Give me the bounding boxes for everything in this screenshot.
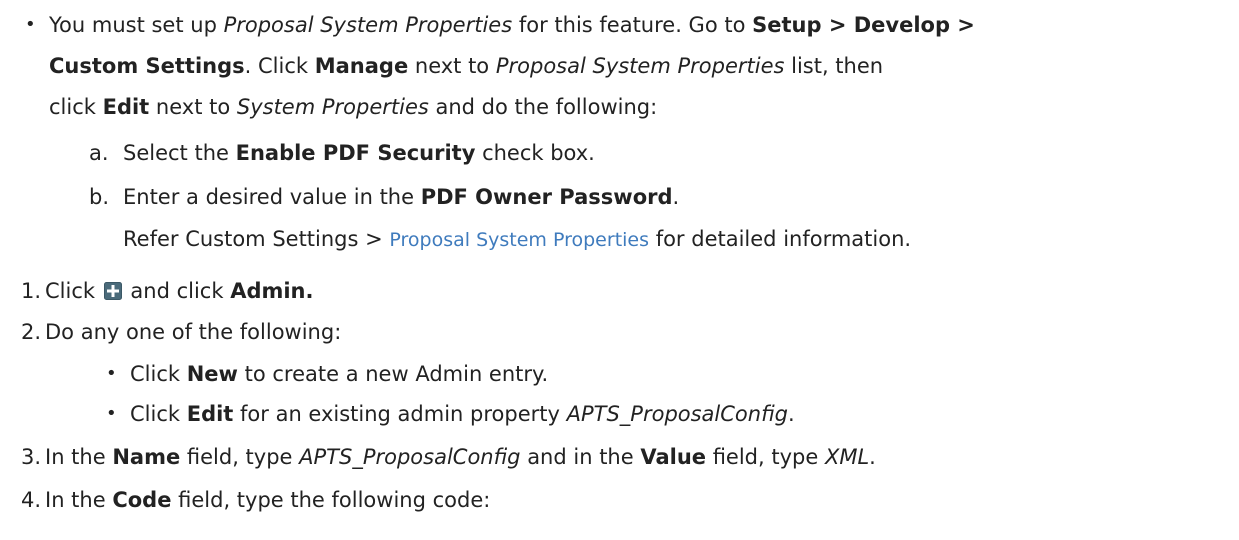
prereq-line-2: Custom Settings. Click Manage next to Pr… [49, 46, 883, 86]
text: In the [45, 488, 113, 512]
step-text: In the Name field, type APTS_ProposalCon… [45, 437, 876, 477]
text: for this feature. Go to [512, 13, 753, 37]
text: Select the [123, 141, 236, 165]
document-page: • You must set up Proposal System Proper… [0, 0, 1239, 540]
text: Click [130, 402, 187, 426]
text: Enter a desired value in the [123, 185, 421, 209]
text: . Click [244, 54, 315, 78]
text: check box. [475, 141, 595, 165]
proposal-system-properties-link[interactable]: Proposal System Properties [389, 229, 649, 251]
ui-term: Value [640, 445, 707, 469]
text: Refer Custom Settings > [123, 227, 390, 251]
text: . [787, 402, 795, 426]
text: and do the following: [428, 95, 658, 119]
plus-icon [103, 282, 122, 300]
text: to create a new Admin entry. [237, 362, 549, 386]
option-text: Click New to create a new Admin entry. [130, 354, 548, 394]
step-number: 4. [21, 488, 42, 512]
text: You must set up [49, 13, 224, 37]
text: Click [45, 279, 102, 303]
text: field, type the following code: [171, 488, 491, 512]
ui-term: Enable PDF Security [235, 141, 476, 165]
italic-term: APTS_ProposalConfig [299, 445, 521, 469]
italic-term: Proposal System Properties [223, 13, 513, 37]
option-text: Click Edit for an existing admin propert… [130, 394, 795, 434]
text: click [49, 95, 103, 119]
prereq-line-1: You must set up Proposal System Properti… [49, 5, 975, 45]
step-number: 2. [21, 320, 42, 344]
text: In the [45, 445, 113, 469]
italic-term: System Properties [236, 95, 429, 119]
bullet-marker: • [106, 363, 117, 384]
italic-term: APTS_ProposalConfig [566, 402, 788, 426]
step-text: In the Code field, type the following co… [45, 480, 490, 520]
text: and click [123, 279, 231, 303]
sub-item-text: Enter a desired value in the PDF Owner P… [123, 177, 679, 217]
text: for an existing admin property [233, 402, 567, 426]
ui-term: PDF Owner Password [420, 185, 673, 209]
menu-path: Setup > Develop > [752, 13, 975, 37]
list-marker: b. [89, 185, 110, 209]
step-text: Do any one of the following: [45, 320, 342, 344]
text: field, type [706, 445, 825, 469]
prereq-line-3: click Edit next to System Properties and… [49, 87, 657, 127]
step-number: 3. [21, 445, 42, 469]
italic-term: Proposal System Properties [495, 54, 785, 78]
menu-path: Custom Settings [49, 54, 245, 78]
step-text: Click and click Admin. [45, 271, 313, 311]
ui-term: Manage [314, 54, 409, 78]
text: Click [130, 362, 187, 386]
text: field, type [180, 445, 300, 469]
step-number: 1. [21, 279, 42, 303]
sub-item-text: Select the Enable PDF Security check box… [123, 133, 595, 173]
text: next to [149, 95, 237, 119]
text: and in the [520, 445, 641, 469]
text: for detailed information. [649, 227, 912, 251]
text: . [672, 185, 680, 209]
list-marker: a. [89, 141, 109, 165]
ui-term: Code [112, 488, 172, 512]
ui-term: New [186, 362, 238, 386]
ui-term: Edit [186, 402, 234, 426]
refer-line: Refer Custom Settings > Proposal System … [123, 219, 911, 259]
bullet-marker: • [106, 403, 117, 424]
ui-term: Edit [102, 95, 150, 119]
text: . [869, 445, 876, 469]
italic-term: XML [824, 445, 870, 469]
bullet-marker: • [25, 14, 36, 35]
ui-term: Name [112, 445, 181, 469]
ui-term: Admin. [230, 279, 314, 303]
text: list, then [784, 54, 884, 78]
text: next to [408, 54, 496, 78]
